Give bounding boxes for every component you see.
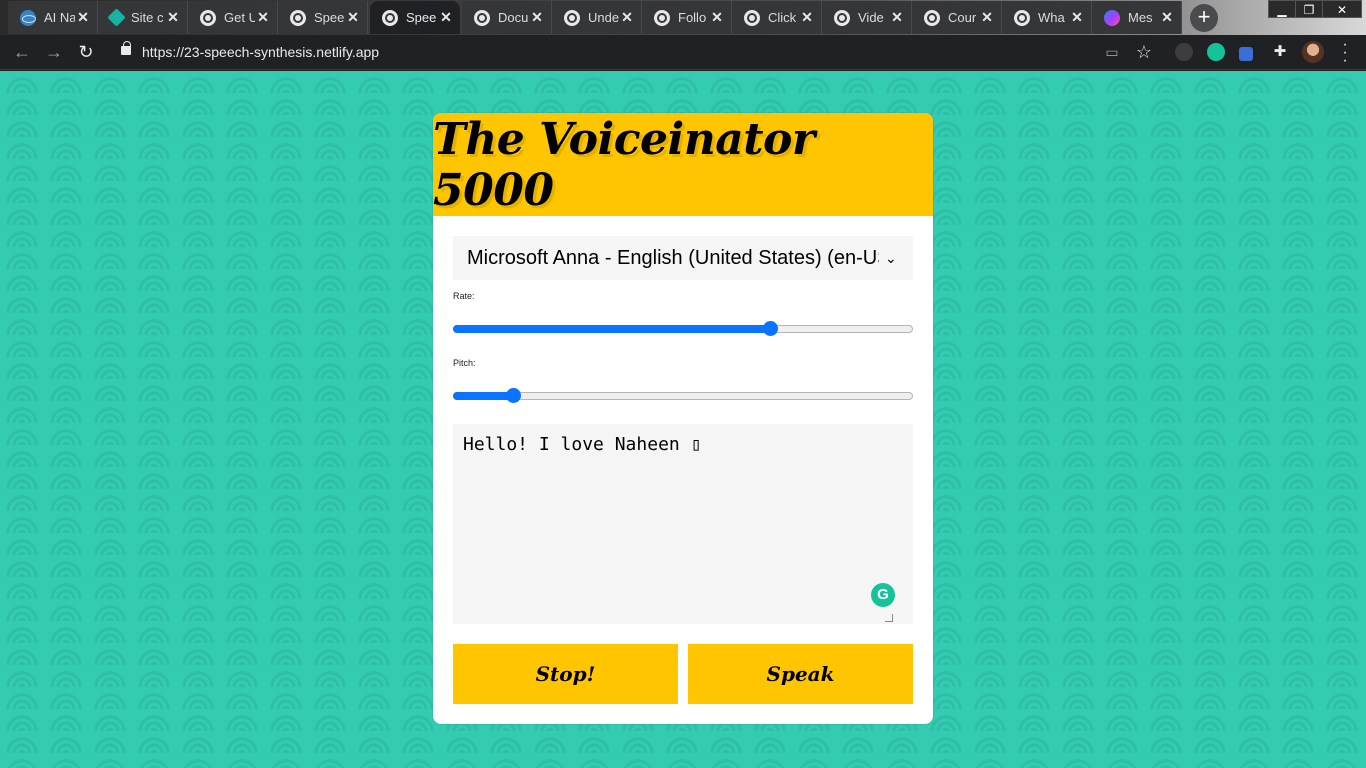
slider-thumb[interactable] [763,321,779,336]
tab-title: AI Na [44,10,75,25]
grammarly-icon[interactable]: G [871,583,895,607]
messenger-icon [1104,9,1120,26]
tab-title: Spee [406,10,437,25]
tab-title: Mes [1128,10,1153,25]
tab-title: Unde [588,10,619,25]
slider-track [453,392,913,400]
close-icon[interactable]: ✕ [165,9,181,26]
globe-icon [382,9,398,26]
globe-icon [474,9,490,26]
page-background: The Voiceinator 5000 Microsoft Anna - En… [0,71,1366,768]
close-icon[interactable]: ✕ [889,9,905,26]
window-close-icon[interactable]: ✕ [1322,0,1362,18]
browser-tab[interactable]: Mes ✕ [1092,1,1182,34]
rate-slider[interactable] [453,318,913,338]
close-icon[interactable]: ✕ [799,9,815,26]
tab-title: Vide [858,10,884,25]
slider-fill [453,392,513,400]
browser-tab-strip: AI Na ✕ Site c ✕ Get U ✕ Spee ✕ Spee ✕ D… [0,0,1366,35]
browser-tab[interactable]: Vide ✕ [822,1,912,34]
browser-tab[interactable]: Follo ✕ [642,1,732,34]
tab-title: Wha [1038,10,1065,25]
resize-handle[interactable] [885,614,893,622]
globe-icon [744,9,760,26]
forward-icon[interactable]: → [42,41,66,65]
pen-extension-icon[interactable] [1239,47,1253,61]
globe-icon [834,9,850,26]
speak-button[interactable]: Speak [688,644,913,704]
minimize-icon[interactable]: ▁ [1268,0,1296,18]
globe-icon [564,9,580,26]
close-icon[interactable]: ✕ [1159,9,1175,26]
browser-tab[interactable]: AI Na ✕ [8,1,98,34]
globe-icon [924,9,940,26]
close-icon[interactable]: ✕ [438,9,454,26]
card-header: The Voiceinator 5000 [433,113,933,216]
tab-title: Follo [678,10,707,25]
back-icon[interactable]: ← [10,41,34,65]
globe-icon [290,9,306,26]
puzzle-icon[interactable]: ✚ [1268,41,1292,65]
reload-icon[interactable]: ↻ [74,41,98,65]
globe-icon [200,9,216,26]
menu-dots-icon[interactable]: · · · [1340,37,1350,69]
browser-tab[interactable]: Spee ✕ [278,1,368,34]
react-icon [20,9,36,26]
browser-tab[interactable]: Unde ✕ [552,1,642,34]
voice-select[interactable]: Microsoft Anna - English (United States)… [453,236,913,280]
close-icon[interactable]: ✕ [979,9,995,26]
browser-tab[interactable]: Site c ✕ [98,1,188,34]
page-title: The Voiceinator 5000 [433,113,815,216]
close-icon[interactable]: ✕ [529,9,545,26]
browser-tab[interactable]: Wha ✕ [1002,1,1092,34]
globe-icon [654,9,670,26]
rate-label: Rate: [453,291,475,301]
browser-toolbar: ← → ↻ https://23-speech-synthesis.netlif… [0,35,1366,70]
bookmark-star-icon[interactable]: ☆ [1132,41,1156,65]
extension-icon[interactable] [1175,43,1193,61]
globe-icon [1014,9,1030,26]
tab-title: Docu [498,10,529,25]
message-text: Hello! I love Naheen ▯ [463,434,702,455]
profile-avatar[interactable] [1302,41,1324,63]
slider-thumb[interactable] [505,388,521,403]
close-icon[interactable]: ✕ [255,9,271,26]
close-icon[interactable]: ✕ [75,9,91,26]
new-tab-button[interactable]: + [1190,4,1218,32]
voiceinator-card: The Voiceinator 5000 Microsoft Anna - En… [433,113,933,724]
browser-tab-active[interactable]: Spee ✕ [370,1,460,34]
restore-icon[interactable]: ❐ [1295,0,1323,18]
close-icon[interactable]: ✕ [709,9,725,26]
chevron-down-icon: ⌄ [885,249,897,266]
tab-title: Spee [314,10,345,25]
browser-tab[interactable]: Click ✕ [732,1,822,34]
voice-select-value: Microsoft Anna - English (United States)… [467,246,879,269]
tab-title: Click [768,10,797,25]
grammarly-extension-icon[interactable] [1207,43,1225,61]
cast-icon[interactable]: ▭ [1100,41,1124,65]
tab-title: Get U [224,10,255,25]
pitch-slider[interactable] [453,385,913,405]
address-bar[interactable]: https://23-speech-synthesis.netlify.app [142,44,379,60]
message-textarea[interactable]: Hello! I love Naheen ▯ [453,424,913,624]
site-icon [107,8,126,27]
tab-title: Cour [948,10,977,25]
lock-icon[interactable] [121,41,131,55]
tab-title: Site c [131,10,164,25]
browser-tab[interactable]: Get U ✕ [188,1,278,34]
close-icon[interactable]: ✕ [619,9,635,26]
pitch-label: Pitch: [453,358,476,368]
browser-tab[interactable]: Cour ✕ [912,1,1002,34]
browser-tab[interactable]: Docu ✕ [462,1,552,34]
slider-fill [453,325,771,333]
close-icon[interactable]: ✕ [345,9,361,26]
close-icon[interactable]: ✕ [1069,9,1085,26]
stop-button[interactable]: Stop! [453,644,678,704]
